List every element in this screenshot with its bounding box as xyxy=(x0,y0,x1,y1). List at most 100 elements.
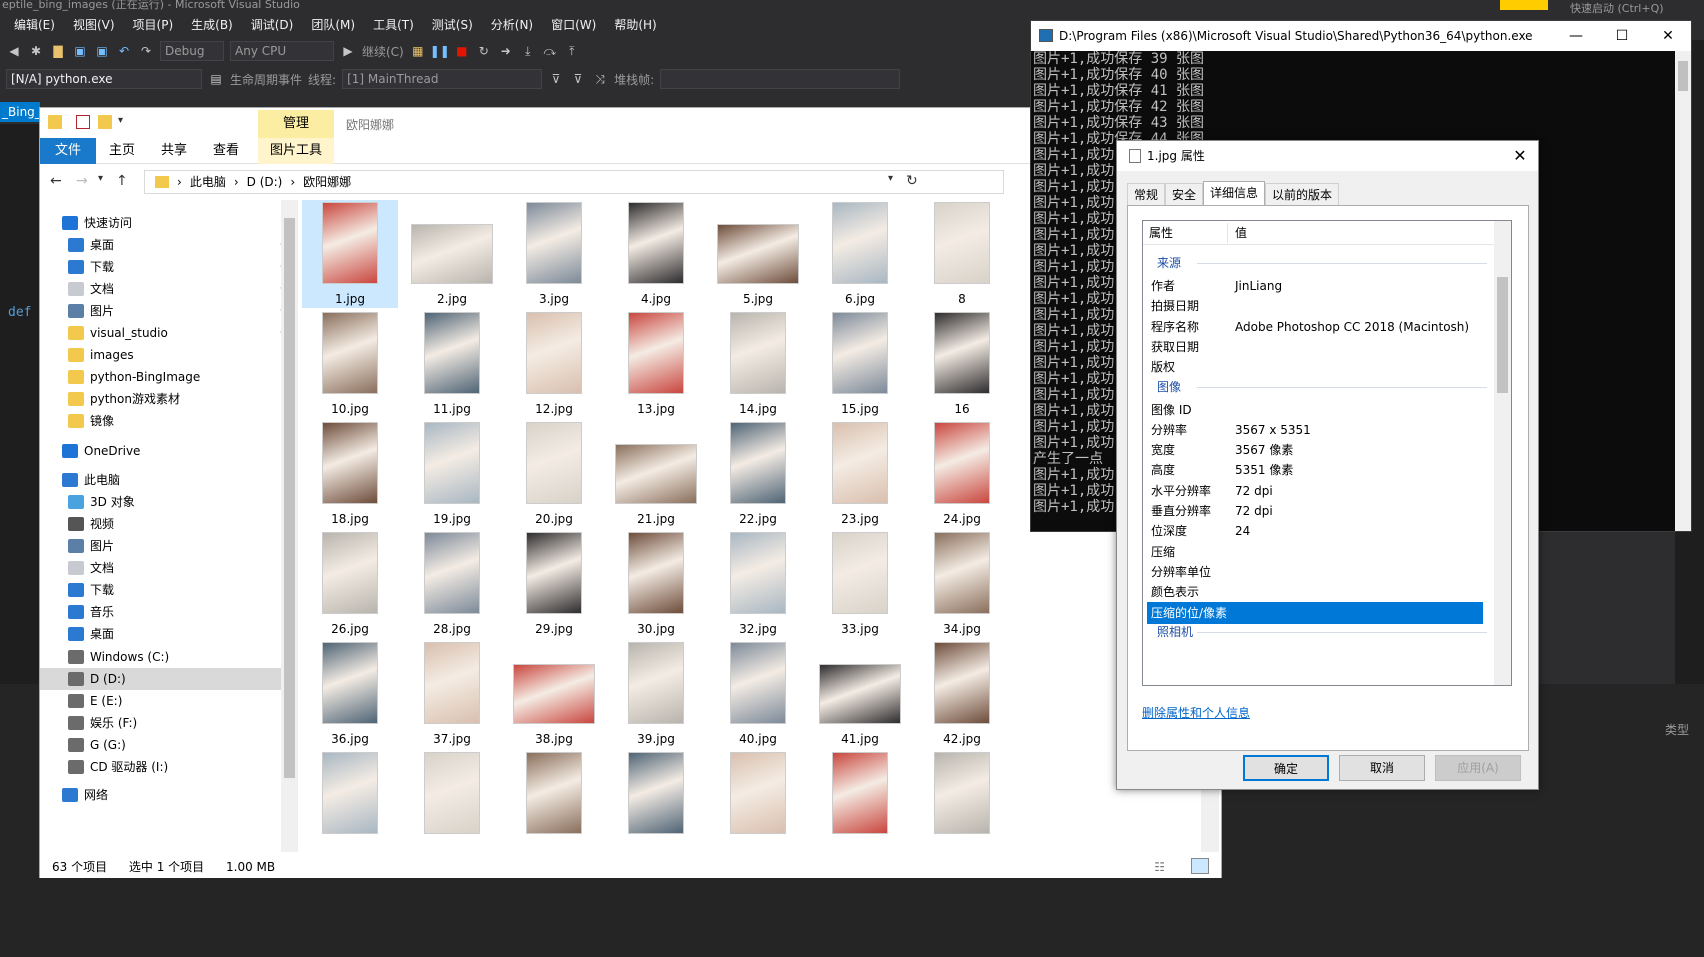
thread-select[interactable]: [1] MainThread xyxy=(342,69,543,89)
property-list-scroll-thumb[interactable] xyxy=(1497,277,1508,393)
property-row[interactable]: 位深度 24 xyxy=(1143,520,1485,542)
menu-item[interactable]: 生成(B) xyxy=(182,16,242,33)
dialog-tab[interactable]: 常规 xyxy=(1127,183,1166,205)
quick-launch[interactable]: 快速启动 (Ctrl+Q) xyxy=(1570,0,1664,16)
column-property[interactable]: 属性 xyxy=(1149,221,1173,245)
property-row[interactable]: 分辨率单位 xyxy=(1143,561,1485,583)
file-tile[interactable]: 13.jpg xyxy=(608,310,704,418)
vs-code-editor[interactable] xyxy=(0,124,40,684)
details-view-icon[interactable]: ☷ xyxy=(1154,856,1165,878)
remove-properties-link[interactable]: 删除属性和个人信息 xyxy=(1142,704,1250,721)
tab-share[interactable]: 共享 xyxy=(148,138,200,164)
nav-item[interactable]: CD 驱动器 (I:) xyxy=(40,756,298,778)
step-over-icon[interactable]: ⤼ xyxy=(542,43,558,59)
tab-file[interactable]: 文件 xyxy=(40,138,96,164)
filter-off-icon[interactable]: ⊽ xyxy=(570,71,586,87)
up-arrow-icon[interactable]: ↑ xyxy=(116,173,128,189)
file-tile[interactable]: 5.jpg xyxy=(710,200,806,308)
menu-item[interactable]: 分析(N) xyxy=(482,16,542,33)
chevron-down-icon[interactable]: ▾ xyxy=(118,115,128,129)
file-tile[interactable]: 2.jpg xyxy=(404,200,500,308)
property-value[interactable]: 72 dpi xyxy=(1235,500,1273,522)
address-dropdown-icon[interactable]: ▾ xyxy=(888,173,893,184)
nav-item[interactable]: 网络 xyxy=(40,784,298,806)
property-value[interactable]: 3567 x 5351 xyxy=(1235,419,1311,441)
window-layout-icon[interactable]: ▦ xyxy=(410,43,426,59)
menu-item[interactable]: 团队(M) xyxy=(302,16,364,33)
file-tile[interactable]: 19.jpg xyxy=(404,420,500,528)
refresh-icon[interactable]: ↻ xyxy=(906,173,918,189)
nav-item[interactable]: 下载 xyxy=(40,579,298,601)
step-into-icon[interactable]: ⤓ xyxy=(520,43,536,59)
file-tile[interactable]: 39.jpg xyxy=(608,640,704,748)
file-tile[interactable]: 3.jpg xyxy=(506,200,602,308)
apply-button[interactable]: 应用(A) xyxy=(1435,755,1521,781)
large-icons-view-icon[interactable] xyxy=(1191,858,1209,874)
file-tile[interactable] xyxy=(710,750,806,852)
nav-item[interactable]: 桌面 xyxy=(40,623,298,645)
file-tile[interactable]: 26.jpg xyxy=(302,530,398,638)
file-tile[interactable]: 4.jpg xyxy=(608,200,704,308)
file-tile[interactable]: 29.jpg xyxy=(506,530,602,638)
file-tile[interactable]: 30.jpg xyxy=(608,530,704,638)
file-tile[interactable]: 24.jpg xyxy=(914,420,1010,528)
ok-button[interactable]: 确定 xyxy=(1243,755,1329,781)
file-tile[interactable]: 15.jpg xyxy=(812,310,908,418)
menu-item[interactable]: 视图(V) xyxy=(64,16,124,33)
file-tile[interactable]: 37.jpg xyxy=(404,640,500,748)
nav-item[interactable]: 视频 xyxy=(40,513,298,535)
property-row[interactable]: 作者 JinLiang xyxy=(1143,275,1485,297)
property-value[interactable]: JinLiang xyxy=(1235,275,1282,297)
file-tile[interactable]: 22.jpg xyxy=(710,420,806,528)
file-tile[interactable]: 28.jpg xyxy=(404,530,500,638)
property-row[interactable]: 宽度 3567 像素 xyxy=(1143,439,1485,461)
close-icon[interactable]: ✕ xyxy=(1502,141,1538,171)
minimize-icon[interactable]: — xyxy=(1553,21,1599,51)
property-value[interactable]: Adobe Photoshop CC 2018 (Macintosh) xyxy=(1235,316,1469,338)
lifecycle-events-button[interactable]: 生命周期事件 xyxy=(230,71,302,88)
vs-document-tab[interactable]: _Bing_I xyxy=(0,102,44,122)
property-row[interactable]: 获取日期 xyxy=(1143,336,1485,358)
file-tile[interactable]: 1.jpg xyxy=(302,200,398,308)
breadcrumb-d-drive[interactable]: D (D:) xyxy=(247,171,283,193)
step-out-icon[interactable]: ⤒ xyxy=(564,43,580,59)
breadcrumb-folder[interactable]: 欧阳娜娜 xyxy=(303,171,351,193)
continue-button[interactable]: 继续(C) xyxy=(362,43,404,60)
file-tile[interactable]: 6.jpg xyxy=(812,200,908,308)
nav-item[interactable]: 此电脑 xyxy=(40,469,298,491)
nav-item[interactable]: 3D 对象 xyxy=(40,491,298,513)
file-tile[interactable]: 18.jpg xyxy=(302,420,398,528)
file-tile[interactable] xyxy=(608,750,704,852)
menu-item[interactable]: 项目(P) xyxy=(124,16,183,33)
navigation-scroll-thumb[interactable] xyxy=(284,218,295,778)
nav-item[interactable]: OneDrive xyxy=(40,440,298,462)
dialog-tab[interactable]: 以前的版本 xyxy=(1265,183,1340,205)
menu-item[interactable]: 调试(D) xyxy=(242,16,303,33)
dialog-tab[interactable]: 安全 xyxy=(1165,183,1204,205)
vs-notification-accent[interactable] xyxy=(1500,0,1548,10)
file-tile[interactable]: 38.jpg xyxy=(506,640,602,748)
menu-item[interactable]: 测试(S) xyxy=(423,16,482,33)
property-row[interactable]: 分辨率 3567 x 5351 xyxy=(1143,419,1485,441)
file-tile[interactable]: 8 xyxy=(914,200,1010,308)
property-row[interactable]: 水平分辨率 72 dpi xyxy=(1143,480,1485,502)
property-row[interactable]: 程序名称 Adobe Photoshop CC 2018 (Macintosh) xyxy=(1143,316,1485,338)
open-folder-icon[interactable]: ▇ xyxy=(50,43,66,59)
restart-icon[interactable]: ↻ xyxy=(476,43,492,59)
undo-icon[interactable]: ↶ xyxy=(116,43,132,59)
nav-item[interactable]: images xyxy=(40,344,298,366)
address-bar[interactable]: › 此电脑 › D (D:) › 欧阳娜娜 xyxy=(144,170,1004,194)
filter-icon[interactable]: ⊽ xyxy=(548,71,564,87)
property-row[interactable]: 颜色表示 xyxy=(1143,581,1485,603)
file-tile[interactable] xyxy=(506,750,602,852)
nav-item[interactable]: 桌面✦ xyxy=(40,234,298,256)
file-tile[interactable] xyxy=(404,750,500,852)
file-tile[interactable]: 36.jpg xyxy=(302,640,398,748)
file-tile[interactable] xyxy=(302,750,398,852)
property-list[interactable]: 属性 值 来源 作者 JinLiang 拍摄日期 程序名称 Adobe Photoshop… xyxy=(1142,220,1512,686)
chevron-down-icon[interactable]: ▾ xyxy=(98,173,103,184)
property-value[interactable]: 5351 像素 xyxy=(1235,459,1293,481)
nav-item[interactable]: 娱乐 (F:) xyxy=(40,712,298,734)
file-tile[interactable]: 12.jpg xyxy=(506,310,602,418)
show-next-statement-icon[interactable]: ➜ xyxy=(498,43,514,59)
